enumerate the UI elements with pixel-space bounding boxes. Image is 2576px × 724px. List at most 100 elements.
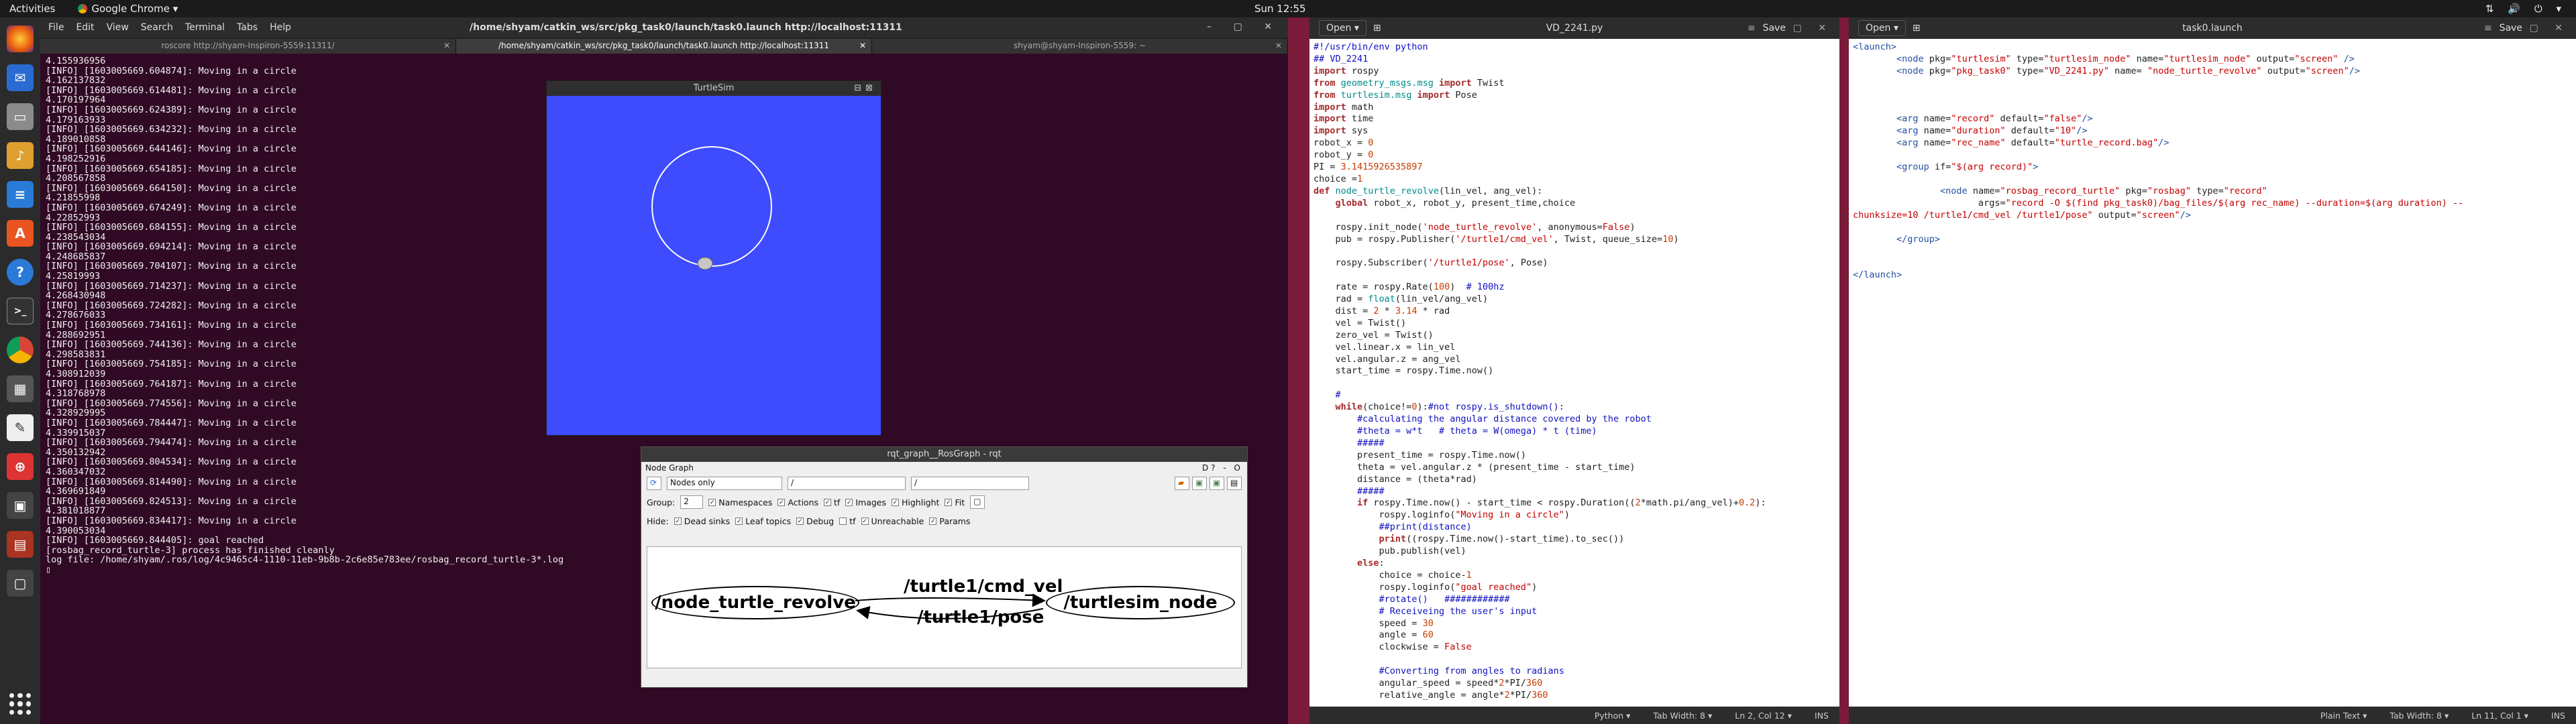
chrome-icon: [78, 4, 88, 13]
show-applications-icon[interactable]: [9, 693, 31, 715]
window-controls[interactable]: – ▢ ✕: [1207, 21, 1281, 32]
save-dot-icon[interactable]: ▣: [1192, 477, 1207, 490]
tab-width-select[interactable]: Tab Width: 8 ▾: [2390, 711, 2449, 721]
checkbox-tf[interactable]: ✓ tf: [824, 497, 840, 507]
writer-icon[interactable]: ≡: [7, 181, 34, 208]
hide-label: Hide:: [647, 516, 669, 526]
new-tab-icon[interactable]: ⊞: [1913, 23, 1921, 34]
checkbox-params[interactable]: ✓ Params: [929, 516, 970, 526]
turtlesim-canvas: [651, 146, 772, 270]
toolbar-row-2: Group: 2 ✓ Namespaces ✓ Actions ✓ tf ✓ Image…: [641, 493, 1247, 511]
language-select[interactable]: Plain Text ▾: [2320, 711, 2367, 721]
checkbox-dead-sinks[interactable]: ✓ Dead sinks: [674, 516, 730, 526]
thunderbird-icon[interactable]: ✉: [7, 64, 34, 91]
gedit-titlebar: Open ▾ ⊞ VD_2241.py Save ≡ – ▢ ✕: [1309, 17, 1839, 39]
tab-shell[interactable]: shyam@shyam-Inspiron-5559: ~ ✕: [872, 39, 1288, 54]
window-controls[interactable]: ⊟⊠: [854, 81, 877, 96]
topic-filter-input[interactable]: /: [911, 477, 1029, 490]
code-editor[interactable]: #!/usr/bin/env python ## VD_2241 import …: [1309, 39, 1839, 705]
rqt-window: rqt_graph__RosGraph - rqt Node Graph D? -…: [641, 446, 1248, 688]
checkbox-unreachable[interactable]: ✓ Unreachable: [861, 516, 924, 526]
clock[interactable]: Sun 12:55: [1254, 3, 1306, 15]
panel-title: Node Graph D? - O: [645, 463, 1243, 473]
close-icon[interactable]: ✕: [1275, 39, 1282, 52]
tab-width-select[interactable]: Tab Width: 8 ▾: [1653, 711, 1712, 721]
window-icon[interactable]: ▢: [7, 570, 34, 597]
checkbox-images[interactable]: ✓ Images: [845, 497, 886, 507]
rhythmbox-icon[interactable]: ♪: [7, 142, 34, 169]
checkbox-actions[interactable]: ✓ Actions: [777, 497, 818, 507]
turtlesim-titlebar: TurtleSim ⊟⊠: [547, 81, 881, 96]
top-bar: Activities Google Chrome ▾ Sun 12:55 ⇅ 🔊…: [0, 0, 2576, 17]
gedit-launch-window: Open ▾ ⊞ task0.launch Save ≡ – ▢ ✕ <laun…: [1849, 17, 2576, 724]
graph-canvas[interactable]: /node_turtle_revolve /turtlesim_node /tu…: [647, 546, 1242, 668]
tab-roscore[interactable]: roscore http://shyam-Inspiron-5559:11311…: [40, 39, 456, 54]
system-tray[interactable]: ⇅ 🔊 ⏻ ▾: [2485, 3, 2567, 15]
menu-file[interactable]: File: [48, 22, 64, 33]
insert-mode: INS: [2551, 710, 2565, 721]
open-button[interactable]: Open ▾: [1319, 20, 1366, 36]
activities-button[interactable]: Activities: [9, 3, 55, 15]
terminal-tabs: roscore http://shyam-Inspiron-5559:11311…: [40, 38, 1288, 54]
software-icon[interactable]: A: [7, 220, 34, 247]
close-icon[interactable]: ✕: [443, 39, 450, 52]
menu-tabs[interactable]: Tabs: [237, 22, 258, 33]
namespace-filter-input[interactable]: /: [788, 477, 906, 490]
new-tab-icon[interactable]: ⊞: [1373, 23, 1381, 34]
menu-help[interactable]: Help: [270, 22, 291, 33]
help-icon[interactable]: ?: [7, 259, 34, 286]
file-title: task0.launch: [2182, 23, 2243, 34]
tab-launch[interactable]: /home/shyam/catkin_ws/src/pkg_task0/laun…: [456, 39, 872, 54]
screenshot-icon[interactable]: ▣: [7, 492, 34, 519]
checkbox-namespaces[interactable]: ✓ Namespaces: [708, 497, 772, 507]
app-menu[interactable]: Google Chrome ▾: [78, 3, 178, 15]
menu-edit[interactable]: Edit: [76, 22, 94, 33]
text-editor-icon[interactable]: ✎: [7, 414, 34, 441]
menu-terminal[interactable]: Terminal: [185, 22, 225, 33]
save-image-icon[interactable]: ▤: [1227, 477, 1242, 490]
checkbox-debug[interactable]: ✓ Debug: [796, 516, 834, 526]
language-select[interactable]: Python ▾: [1595, 711, 1631, 721]
calculator-icon[interactable]: ▦: [7, 375, 34, 402]
load-icon[interactable]: ▰: [1175, 477, 1189, 490]
checkbox-highlight[interactable]: ✓ Highlight: [892, 497, 939, 507]
panel-controls[interactable]: D? - O: [1202, 463, 1243, 473]
fit-button[interactable]: ▢: [970, 495, 985, 509]
gedit-python-window: Open ▾ ⊞ VD_2241.py Save ≡ – ▢ ✕ #!/usr/…: [1309, 17, 1839, 724]
toolbar-row-1: ⟳ Nodes only / / ▰ ▣ ▣ ▤: [641, 474, 1247, 493]
turtle-path: [651, 146, 772, 267]
node-turtle-revolve[interactable]: /node_turtle_revolve: [651, 586, 859, 619]
terminal-menu: File Edit View Search Terminal Tabs Help: [48, 22, 291, 33]
node-turtlesim[interactable]: /turtlesim_node: [1046, 586, 1235, 619]
files-icon[interactable]: ▭: [7, 103, 34, 130]
menu-search[interactable]: Search: [141, 22, 173, 33]
refresh-button[interactable]: ⟳: [647, 477, 661, 490]
turtle-icon: [697, 257, 713, 270]
rqt-icon[interactable]: ⊕: [7, 453, 34, 480]
cursor-position[interactable]: Ln 11, Col 1 ▾: [2471, 711, 2528, 721]
menu-view[interactable]: View: [107, 22, 129, 33]
checkbox-fit[interactable]: ✓ Fit: [945, 497, 965, 507]
terminal-title: /home/shyam/catkin_ws/src/pkg_task0/laun…: [470, 22, 902, 33]
window-controls[interactable]: ≡ – ▢ ✕: [1748, 23, 1833, 34]
close-icon[interactable]: ✕: [859, 39, 866, 52]
graph-mode-select[interactable]: Nodes only: [667, 477, 782, 490]
edge-cmd-vel[interactable]: [855, 593, 1046, 607]
checkbox-hide-tf[interactable]: tf: [839, 516, 856, 526]
cursor-position[interactable]: Ln 2, Col 12 ▾: [1735, 711, 1792, 721]
group-spinbox[interactable]: 2: [680, 495, 704, 509]
chrome-dock-icon[interactable]: [7, 337, 34, 363]
firefox-icon[interactable]: [7, 25, 34, 52]
status-bar: Plain Text ▾ Tab Width: 8 ▾ Ln 11, Col 1…: [1849, 707, 2576, 724]
group-label: Group:: [647, 497, 676, 507]
edge-label-pose: /turtle1/pose: [917, 607, 1044, 627]
status-bar: Python ▾ Tab Width: 8 ▾ Ln 2, Col 12 ▾ I…: [1309, 707, 1839, 724]
checkbox-leaf-topics[interactable]: ✓ Leaf topics: [735, 516, 791, 526]
save-svg-icon[interactable]: ▣: [1210, 477, 1224, 490]
open-button[interactable]: Open ▾: [1858, 20, 1906, 36]
turtlesim-icon[interactable]: ▤: [7, 531, 34, 558]
gedit-titlebar: Open ▾ ⊞ task0.launch Save ≡ – ▢ ✕: [1849, 17, 2576, 39]
terminal-icon[interactable]: >_: [7, 298, 34, 324]
window-controls[interactable]: ≡ – ▢ ✕: [2484, 23, 2569, 34]
code-editor[interactable]: <launch> <node pkg="turtlesim" type="tur…: [1849, 39, 2576, 284]
